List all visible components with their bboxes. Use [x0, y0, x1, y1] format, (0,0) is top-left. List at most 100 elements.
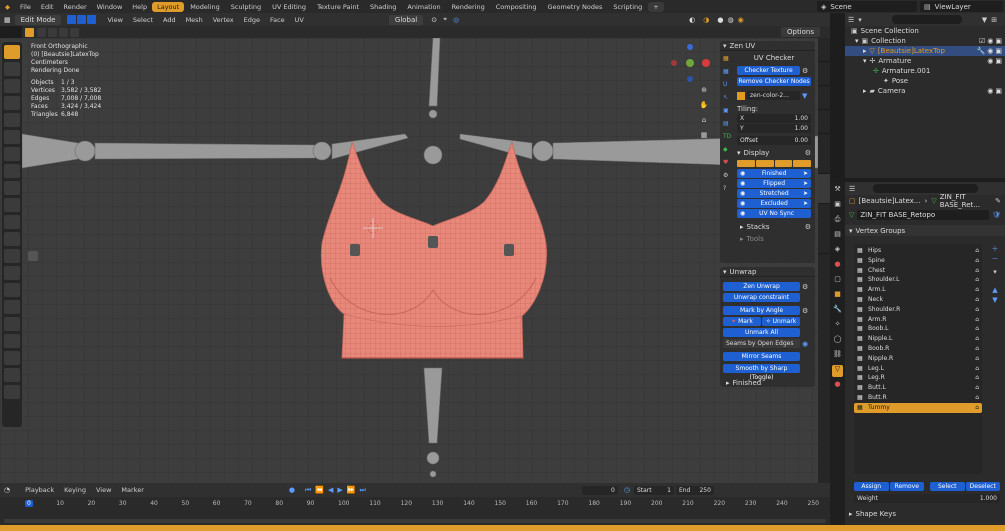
- vertex-select-icon[interactable]: [67, 15, 77, 24]
- bone-joint-shoulder-left[interactable]: [312, 141, 332, 161]
- properties-search-input[interactable]: [873, 184, 979, 193]
- sidebar-tab-view[interactable]: [818, 86, 830, 110]
- zen-unwrap-button[interactable]: Zen Unwrap: [723, 282, 800, 291]
- bone-clavicle-right[interactable]: [459, 133, 533, 160]
- fake-user-icon[interactable]: 🛡: [992, 211, 1001, 219]
- bone-marker-left[interactable]: [350, 244, 360, 256]
- annotate-tool-icon[interactable]: [4, 147, 20, 161]
- workspace-tab-animation[interactable]: Animation: [402, 2, 445, 12]
- checker-texture-button[interactable]: Checker Texture: [737, 66, 800, 75]
- select-arrow-icon[interactable]: ➤: [803, 190, 808, 197]
- render-camera-icon[interactable]: ▣: [995, 37, 1002, 45]
- unmark-button[interactable]: ✧ Unmark: [762, 317, 800, 326]
- outliner-filter-icon[interactable]: ▼: [982, 16, 987, 24]
- lock-icon[interactable]: ⌂: [975, 364, 979, 374]
- bone-joint-shoulder-right[interactable]: [532, 140, 554, 162]
- select-extend-icon[interactable]: [48, 27, 57, 37]
- vertex-group-leg-r[interactable]: ▦ Leg.R ⌂: [854, 373, 982, 383]
- outliner-row-collection[interactable]: ▾ ▣ Collection ☑ ◉ ▣: [845, 36, 1005, 46]
- sidebar-tab-zen-uv[interactable]: [818, 174, 830, 204]
- rendered-shading-icon[interactable]: ◉: [738, 16, 744, 24]
- extrude-tool-icon[interactable]: [4, 198, 20, 212]
- options-button[interactable]: Options: [780, 27, 820, 37]
- expand-icon[interactable]: ▾: [863, 57, 867, 65]
- unmark-all-button[interactable]: Unmark All: [723, 328, 800, 337]
- view-layer-properties-icon[interactable]: ▤: [832, 230, 843, 242]
- workspace-tab-shading[interactable]: Shading: [365, 2, 401, 12]
- vertex-group-hips[interactable]: ▦ Hips ⌂: [854, 246, 982, 256]
- td-category-icon[interactable]: TD: [723, 133, 731, 143]
- assign-button[interactable]: Assign: [854, 481, 889, 491]
- mark-by-angle-gear-icon[interactable]: ⚙: [802, 307, 811, 315]
- outliner-row-scene-collection[interactable]: ▣ Scene Collection: [845, 26, 1005, 36]
- vertex-group-shoulder-r[interactable]: ▦ Shoulder.R ⌂: [854, 305, 982, 315]
- mesh-name-field[interactable]: ZIN_FIT BASE_Retopo: [857, 210, 990, 220]
- scene-selector[interactable]: ◈ Scene: [817, 1, 917, 12]
- timeline-ruler[interactable]: 0 10 20 30 40 50 60 70 80 90 100 110 120 130 140 150 160…: [0, 483, 830, 531]
- menu-select[interactable]: Select: [128, 16, 158, 24]
- smooth-by-sharp-button[interactable]: Smooth by Sharp (Toggle): [723, 364, 800, 381]
- menu-window[interactable]: Window: [92, 3, 128, 11]
- vertex-group-chest[interactable]: ▦ Chest ⌂: [854, 266, 982, 276]
- lock-icon[interactable]: ⌂: [975, 246, 979, 256]
- display-toggle-stretched[interactable]: ◉ Stretched ➤: [737, 189, 811, 198]
- vertex-group-boob-r[interactable]: ▦ Boob.R ⌂: [854, 344, 982, 354]
- menu-help[interactable]: Help: [127, 3, 152, 11]
- vertex-group-arm-r[interactable]: ▦ Arm.R ⌂: [854, 315, 982, 325]
- display-toggle-uv-no-sync[interactable]: ◉ UV No Sync: [737, 209, 811, 218]
- outliner-row-armature-001[interactable]: ✢ Armature.001: [845, 66, 1005, 76]
- edge-select-icon[interactable]: [77, 15, 87, 24]
- smooth-tool-icon[interactable]: [4, 317, 20, 331]
- loop-cut-tool-icon[interactable]: [4, 249, 20, 263]
- select-button[interactable]: Select: [930, 481, 965, 491]
- inset-tool-icon[interactable]: [4, 215, 20, 229]
- vertex-group-butt-l[interactable]: ▦ Butt.L ⌂: [854, 383, 982, 393]
- display-toggle-finished[interactable]: ◉ Finished ➤: [737, 169, 811, 178]
- scale-tool-icon[interactable]: [4, 113, 20, 127]
- workspace-tab-layout[interactable]: Layout: [152, 1, 185, 12]
- shrink-fatten-tool-icon[interactable]: [4, 351, 20, 365]
- timeline-scrollbar[interactable]: [4, 519, 826, 523]
- lock-icon[interactable]: ⌂: [975, 354, 979, 364]
- menu-mesh[interactable]: Mesh: [181, 16, 208, 24]
- material-shading-icon[interactable]: ◍: [728, 16, 734, 24]
- remove-checker-nodes-button[interactable]: Remove Checker Nodes: [737, 77, 811, 86]
- settings-category-icon[interactable]: ⚙: [723, 172, 731, 182]
- workspace-tab-compositing[interactable]: Compositing: [491, 2, 542, 12]
- poly-build-tool-icon[interactable]: [4, 283, 20, 297]
- remove-button[interactable]: Remove: [889, 481, 924, 491]
- tiling-y-field[interactable]: Y 1.00: [737, 124, 811, 133]
- workspace-tab-scripting[interactable]: Scripting: [608, 2, 647, 12]
- remove-vertex-group-icon[interactable]: －: [989, 254, 1001, 264]
- visibility-eye-icon[interactable]: ◉: [987, 37, 993, 45]
- render-camera-icon[interactable]: ▣: [995, 47, 1002, 55]
- add-workspace-icon[interactable]: +: [648, 1, 664, 12]
- display-gear-icon[interactable]: ⚙: [805, 149, 811, 157]
- vertex-group-specials-icon[interactable]: ▾: [989, 268, 1001, 280]
- add-cube-tool-icon[interactable]: [4, 181, 20, 195]
- select-subtract-icon[interactable]: [59, 27, 68, 37]
- bevel-tool-icon[interactable]: [4, 232, 20, 246]
- expand-icon[interactable]: ▾: [855, 37, 859, 45]
- pan-icon[interactable]: ✋: [698, 101, 710, 113]
- rip-tool-icon[interactable]: [4, 385, 20, 399]
- lock-icon[interactable]: ⌂: [975, 393, 979, 403]
- mode-selector[interactable]: Edit Mode: [14, 14, 62, 25]
- sidebar-tab-edit[interactable]: [818, 110, 830, 134]
- navigation-gizmo[interactable]: [671, 44, 710, 82]
- workspace-tab-modeling[interactable]: Modeling: [185, 2, 225, 12]
- vertex-group-nipple-l[interactable]: ▦ Nipple.L ⌂: [854, 334, 982, 344]
- editor-type-icon[interactable]: ▦: [4, 16, 11, 24]
- select-mode-icon[interactable]: [37, 27, 46, 37]
- render-camera-icon[interactable]: ▣: [995, 57, 1002, 65]
- workspace-tab-texture-paint[interactable]: Texture Paint: [312, 2, 364, 12]
- menu-edit[interactable]: Edit: [36, 3, 59, 11]
- vertex-group-shoulder-l[interactable]: ▦ Shoulder.L ⌂: [854, 275, 982, 285]
- sidebar-tab-item[interactable]: [818, 38, 830, 62]
- outliner-row-pose[interactable]: ✦ Pose: [845, 76, 1005, 86]
- lock-icon[interactable]: ⌂: [975, 403, 979, 413]
- modifier-properties-icon[interactable]: 🔧: [832, 305, 843, 317]
- mark-by-angle-button[interactable]: Mark by Angle: [723, 306, 800, 315]
- menu-face[interactable]: Face: [265, 16, 290, 24]
- checkbox-icon[interactable]: ☑: [979, 37, 985, 45]
